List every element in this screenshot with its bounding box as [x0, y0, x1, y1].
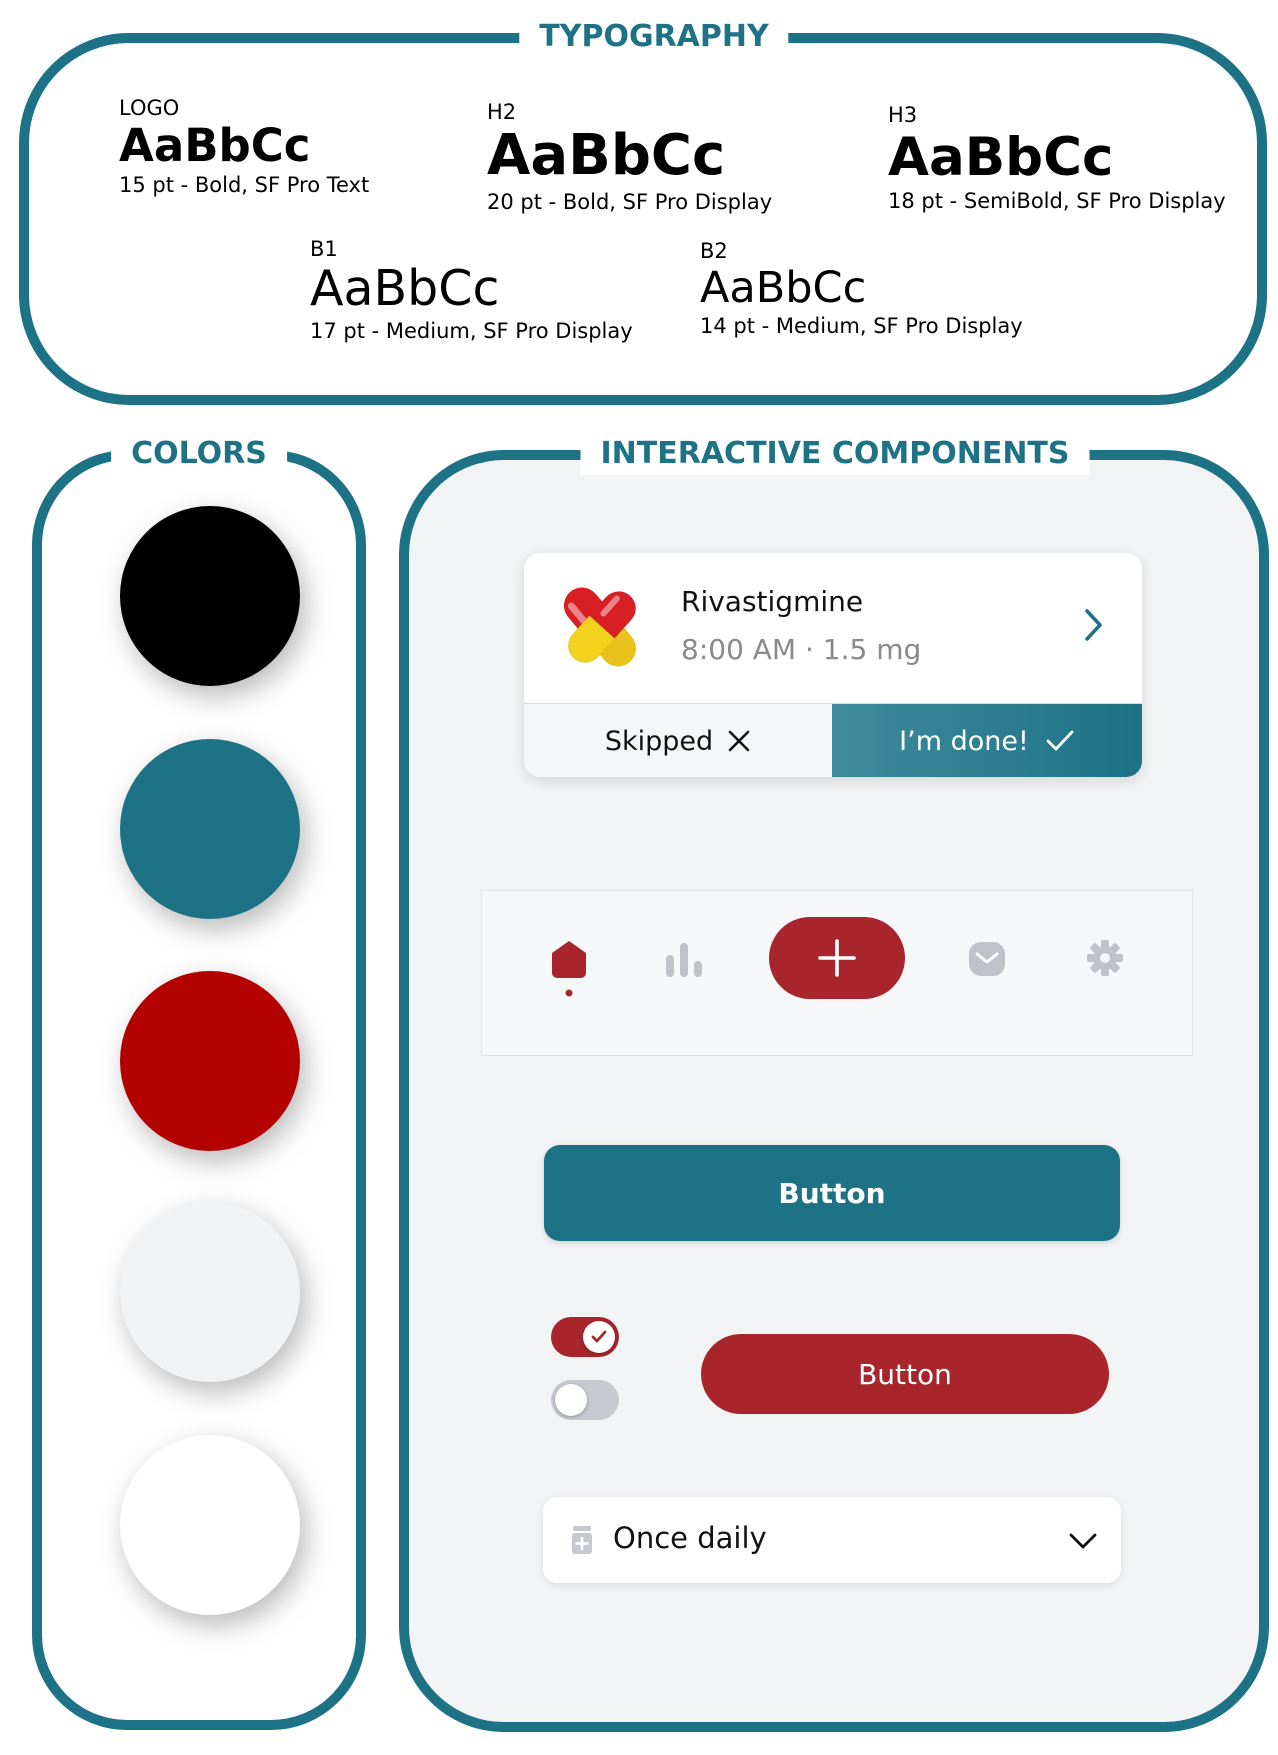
- type-description: 20 pt - Bold, SF Pro Display: [487, 189, 773, 214]
- checkmark-icon: [591, 1330, 607, 1343]
- typography-title: TYPOGRAPHY: [519, 16, 789, 58]
- colors-title: COLORS: [111, 433, 287, 475]
- toggle-on[interactable]: [551, 1317, 619, 1357]
- pill-icon: [564, 587, 636, 667]
- typography-section: TYPOGRAPHY: [19, 16, 1267, 405]
- type-sample: AaBbCc: [119, 119, 311, 172]
- home-icon[interactable]: [549, 939, 589, 1003]
- type-style-logo: LOGO AaBbCc 15 pt - Bold, SF Pro Text: [119, 95, 369, 199]
- medication-time-dose: 8:00 AM · 1.5 mg: [681, 633, 922, 666]
- type-description: 14 pt - Medium, SF Pro Display: [700, 314, 1023, 339]
- type-style-b1: B1 AaBbCc 17 pt - Medium, SF Pro Display: [310, 236, 633, 345]
- type-sample: AaBbCc: [700, 263, 867, 313]
- color-swatch-teal: [120, 739, 300, 919]
- colors-section: COLORS: [32, 433, 366, 1730]
- type-label: B2: [700, 239, 728, 263]
- skipped-label: Skipped: [604, 725, 714, 757]
- frequency-dropdown[interactable]: Once daily: [543, 1497, 1121, 1583]
- primary-button[interactable]: Button: [544, 1145, 1120, 1241]
- settings-icon[interactable]: [1086, 939, 1124, 977]
- plus-icon: [818, 939, 856, 977]
- stats-icon[interactable]: [664, 941, 704, 979]
- medication-card-header[interactable]: Rivastigmine 8:00 AM · 1.5 mg: [524, 553, 1142, 703]
- secondary-button[interactable]: Button: [701, 1334, 1109, 1414]
- medication-card[interactable]: Rivastigmine 8:00 AM · 1.5 mg Skipped I’…: [524, 553, 1142, 777]
- type-style-h2: H2 AaBbCc 20 pt - Bold, SF Pro Display: [487, 99, 772, 216]
- type-label: B1: [310, 237, 338, 261]
- components-title: INTERACTIVE COMPONENTS: [580, 433, 1090, 475]
- dropdown-value: Once daily: [613, 1521, 767, 1555]
- skipped-button[interactable]: Skipped: [524, 704, 832, 777]
- tab-bar: [481, 890, 1193, 1056]
- color-swatch-light-gray: [120, 1202, 300, 1382]
- close-icon: [728, 730, 750, 752]
- type-label: H3: [888, 103, 918, 127]
- type-sample: AaBbCc: [310, 260, 500, 317]
- color-swatch-red: [120, 971, 300, 1151]
- toggle-knob: [555, 1384, 587, 1416]
- toggle-off[interactable]: [551, 1380, 619, 1420]
- done-label: I’m done!: [899, 725, 1029, 757]
- chevron-right-icon[interactable]: [1084, 608, 1104, 642]
- color-swatch-black: [120, 506, 300, 686]
- type-sample: AaBbCc: [487, 123, 726, 188]
- medication-name: Rivastigmine: [681, 585, 864, 618]
- type-description: 18 pt - SemiBold, SF Pro Display: [888, 189, 1226, 214]
- done-button[interactable]: I’m done!: [832, 704, 1142, 777]
- type-description: 17 pt - Medium, SF Pro Display: [310, 318, 633, 343]
- pill-bottle-icon: [572, 1526, 592, 1554]
- type-style-b2: B2 AaBbCc 14 pt - Medium, SF Pro Display: [700, 238, 1023, 340]
- color-swatch-white: [120, 1435, 300, 1615]
- type-sample: AaBbCc: [888, 127, 1114, 188]
- medication-actions: Skipped I’m done!: [524, 703, 1142, 777]
- type-style-h3: H3 AaBbCc 18 pt - SemiBold, SF Pro Displ…: [888, 102, 1226, 215]
- toggle-knob: [583, 1321, 615, 1353]
- chevron-down-icon: [1069, 1533, 1097, 1549]
- type-description: 15 pt - Bold, SF Pro Text: [119, 173, 370, 198]
- type-label: LOGO: [119, 96, 180, 120]
- checkmark-icon: [1046, 730, 1074, 751]
- message-icon[interactable]: [968, 941, 1006, 977]
- add-button[interactable]: [769, 917, 905, 999]
- type-label: H2: [487, 100, 517, 124]
